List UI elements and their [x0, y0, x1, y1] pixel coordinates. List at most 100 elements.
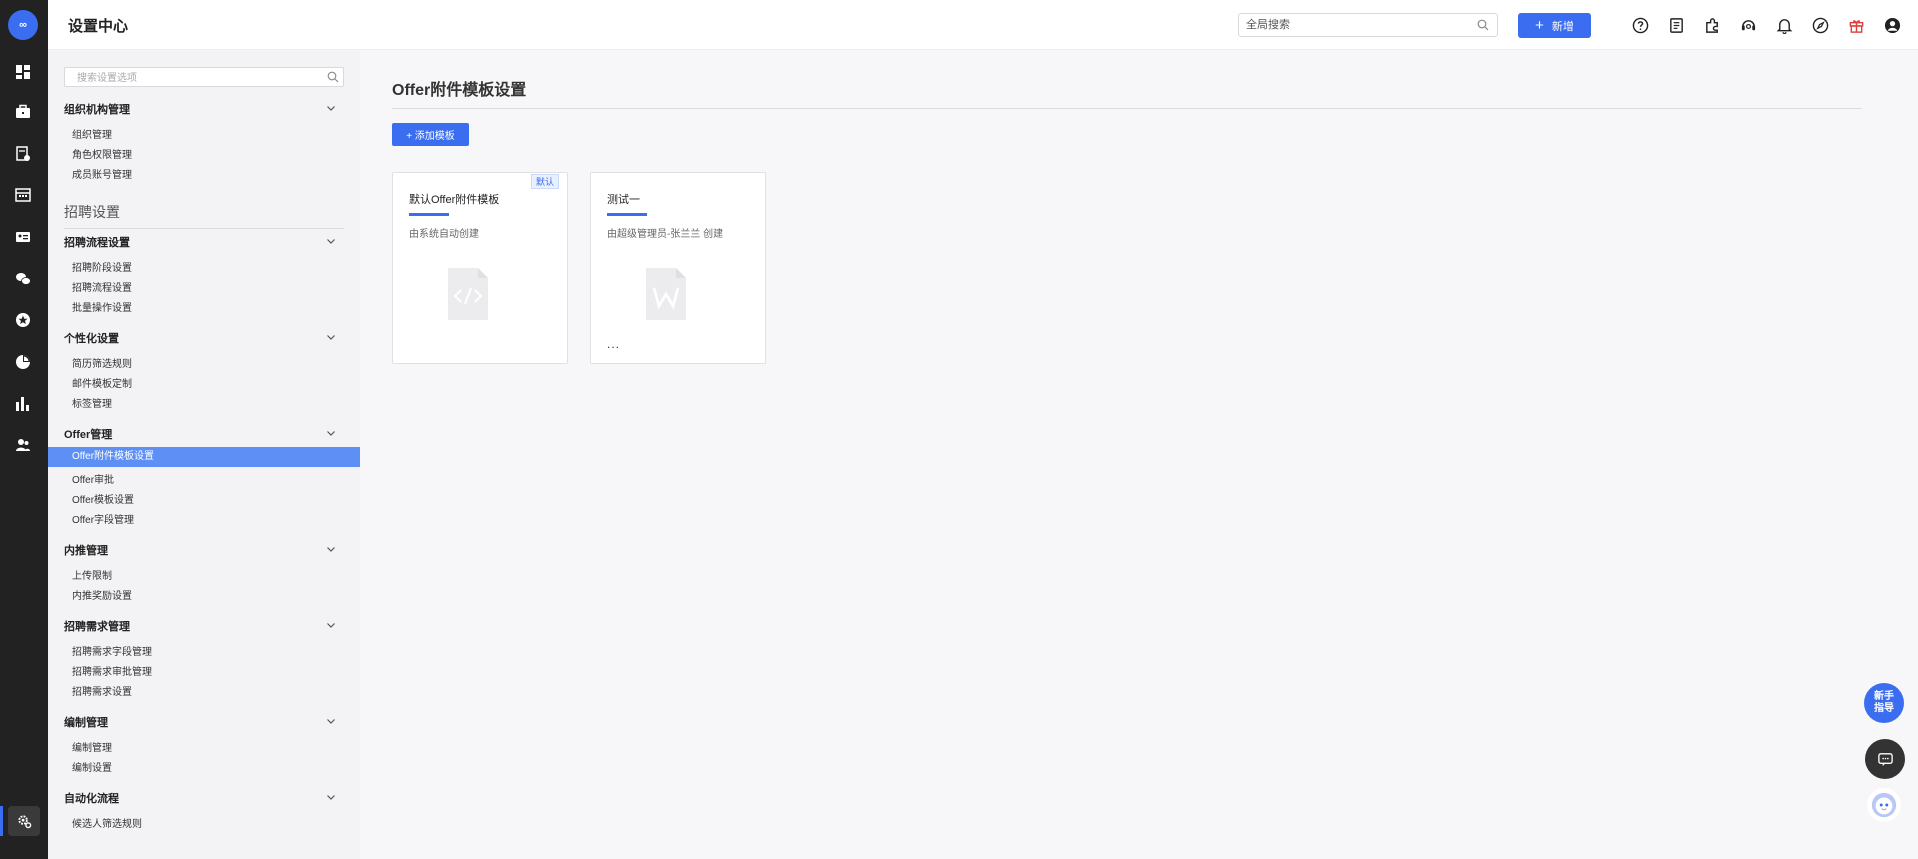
group-org-management[interactable]: 组织机构管理 [64, 101, 344, 117]
group-title: 个性化设置 [64, 333, 119, 345]
section-title: 招聘设置 [64, 202, 344, 229]
group-headcount[interactable]: 编制管理 [64, 714, 344, 730]
sidebar-item[interactable]: Offer字段管理 [72, 511, 134, 526]
assistant-avatar[interactable] [1867, 788, 1901, 822]
sidebar-item[interactable]: 编制设置 [72, 759, 112, 774]
group-title: 招聘流程设置 [64, 237, 130, 249]
resume-icon[interactable] [14, 145, 32, 163]
app-logo[interactable]: ∞ [8, 10, 38, 40]
sidebar-item-offer-attachment-template[interactable]: Offer附件模板设置 [48, 447, 360, 467]
chevron-down-icon [327, 431, 335, 436]
app-rail: ∞ [0, 0, 48, 859]
template-name: 默认Offer附件模板 [409, 194, 500, 206]
code-file-icon [448, 268, 488, 320]
guide-label-line2: 指导 [1874, 703, 1894, 714]
sidebar-item[interactable]: Offer审批 [72, 471, 114, 486]
sidebar-item[interactable]: 简历筛选规则 [72, 355, 132, 370]
new-button-label: 新增 [1551, 20, 1574, 33]
sidebar-item[interactable]: 内推奖励设置 [72, 587, 132, 602]
group-title: 招聘需求管理 [64, 621, 130, 633]
sidebar-item[interactable]: 招聘阶段设置 [72, 259, 132, 274]
support-icon[interactable] [1739, 16, 1757, 34]
sidebar-item[interactable]: 上传限制 [72, 567, 112, 582]
pie-chart-icon[interactable] [14, 353, 32, 371]
chat-icon [1877, 752, 1893, 766]
sidebar-item[interactable]: 角色权限管理 [72, 146, 132, 161]
sidebar-item[interactable]: 批量操作设置 [72, 299, 132, 314]
puzzle-icon[interactable] [1703, 16, 1721, 34]
guide-button[interactable]: 新手 指导 [1864, 683, 1904, 723]
template-creator: 由系统自动创建 [409, 229, 479, 240]
global-search[interactable] [1238, 13, 1498, 37]
template-creator: 由超级管理员-张兰兰 创建 [607, 229, 724, 240]
people-icon[interactable] [14, 436, 32, 454]
briefcase-icon[interactable] [14, 103, 32, 121]
group-recruit-demand[interactable]: 招聘需求管理 [64, 618, 344, 634]
group-personalization[interactable]: 个性化设置 [64, 330, 344, 346]
gift-icon[interactable] [1847, 16, 1865, 34]
chat-button[interactable] [1865, 739, 1905, 779]
sidebar-item[interactable]: 招聘流程设置 [72, 279, 132, 294]
group-title: 内推管理 [64, 545, 108, 557]
settings-sidebar: 组织机构管理 组织管理 角色权限管理 成员账号管理 招聘设置 招聘流程设置 招聘… [48, 51, 360, 859]
more-menu-icon[interactable]: ... [607, 337, 620, 351]
guide-label-line1: 新手 [1874, 691, 1894, 702]
star-icon[interactable] [14, 311, 32, 329]
bell-icon[interactable] [1775, 16, 1793, 34]
accent-bar [607, 213, 647, 216]
group-offer-management[interactable]: Offer管理 [64, 426, 344, 442]
settings-search[interactable] [64, 67, 344, 88]
calendar-icon[interactable] [14, 186, 32, 204]
sidebar-item[interactable]: 招聘需求字段管理 [72, 643, 152, 658]
help-icon[interactable] [1631, 16, 1649, 34]
group-automation[interactable]: 自动化流程 [64, 790, 344, 806]
template-card[interactable]: 默认 默认Offer附件模板 由系统自动创建 [392, 172, 568, 364]
sidebar-item[interactable]: Offer模板设置 [72, 491, 134, 506]
dashboard-icon[interactable] [14, 63, 32, 81]
document-icon[interactable] [1667, 16, 1685, 34]
top-bar: 设置中心 + 新增 [48, 0, 1918, 50]
bar-chart-icon[interactable] [14, 395, 32, 413]
group-referral-management[interactable]: 内推管理 [64, 542, 344, 558]
chevron-down-icon [327, 795, 335, 800]
group-title: Offer管理 [64, 429, 113, 441]
group-title: 编制管理 [64, 717, 108, 729]
word-file-icon [646, 268, 686, 320]
global-search-input[interactable] [1239, 14, 1459, 36]
sidebar-item[interactable]: 招聘需求设置 [72, 683, 132, 698]
add-template-button[interactable]: + 添加模板 [392, 123, 469, 146]
template-name: 测试一 [607, 194, 640, 206]
sidebar-item[interactable]: 招聘需求审批管理 [72, 663, 152, 678]
sidebar-item[interactable]: 组织管理 [72, 126, 112, 141]
sidebar-item[interactable]: 候选人筛选规则 [72, 815, 142, 830]
robot-icon [1871, 792, 1897, 818]
new-button[interactable]: + 新增 [1518, 13, 1591, 38]
id-card-icon[interactable] [14, 228, 32, 246]
chevron-down-icon [327, 106, 335, 111]
group-recruit-process[interactable]: 招聘流程设置 [64, 234, 344, 250]
settings-search-input[interactable] [65, 69, 315, 88]
default-badge: 默认 [530, 174, 559, 189]
search-icon[interactable] [1477, 19, 1489, 31]
chevron-down-icon [327, 335, 335, 340]
chevron-down-icon [327, 719, 335, 724]
main-content: Offer附件模板设置 + 添加模板 默认 默认Offer附件模板 由系统自动创… [360, 51, 1918, 859]
settings-gear-icon[interactable] [0, 806, 40, 836]
chevron-down-icon [327, 623, 335, 628]
accent-bar [409, 213, 449, 216]
compass-icon[interactable] [1811, 16, 1829, 34]
content-title: Offer附件模板设置 [392, 82, 527, 99]
sidebar-item[interactable]: 成员账号管理 [72, 166, 132, 181]
group-title: 自动化流程 [64, 793, 119, 805]
user-icon[interactable] [1883, 16, 1901, 34]
sidebar-item[interactable]: 编制管理 [72, 739, 112, 754]
search-icon[interactable] [327, 71, 339, 83]
page-title: 设置中心 [68, 18, 129, 35]
sidebar-item[interactable]: 邮件模板定制 [72, 375, 132, 390]
divider [392, 108, 1862, 109]
sidebar-item[interactable]: 标签管理 [72, 395, 112, 410]
template-card[interactable]: 测试一 由超级管理员-张兰兰 创建 ... [590, 172, 766, 364]
plus-icon: + [1535, 17, 1544, 34]
wechat-icon[interactable] [14, 270, 32, 288]
chevron-down-icon [327, 239, 335, 244]
